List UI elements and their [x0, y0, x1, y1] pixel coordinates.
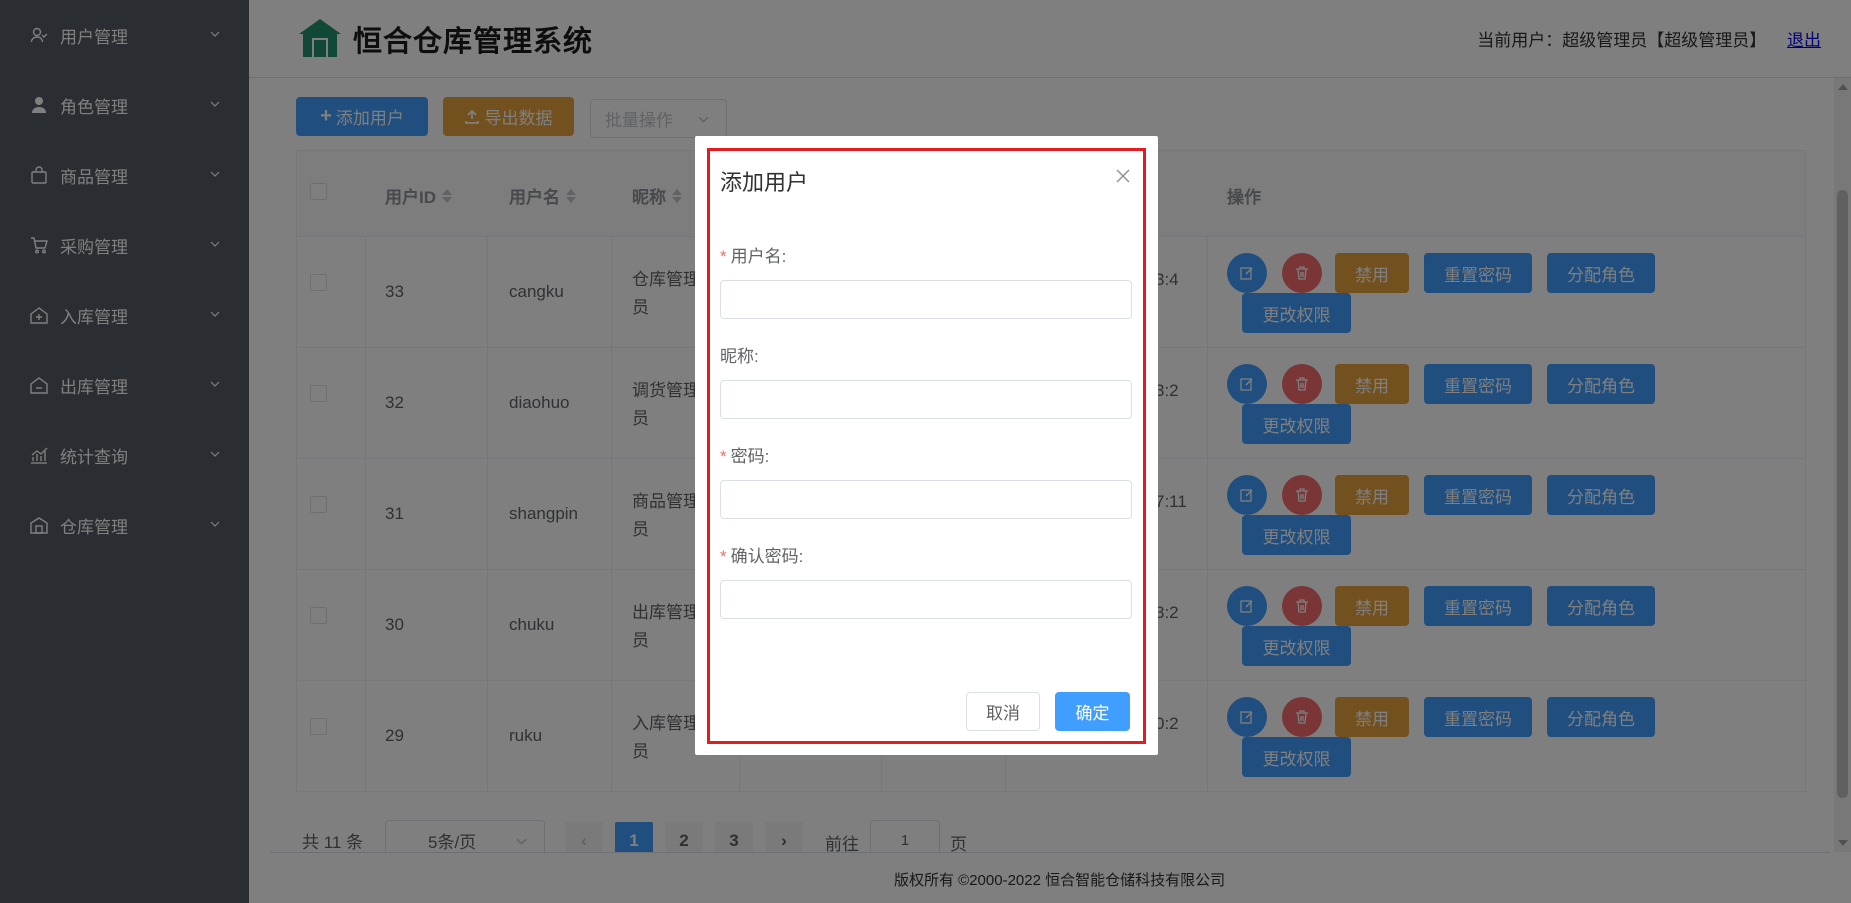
- cancel-button[interactable]: 取消: [966, 692, 1040, 731]
- username-label: * 用户名:: [720, 247, 787, 266]
- close-icon[interactable]: [1115, 168, 1131, 184]
- nickname-input[interactable]: [720, 380, 1132, 419]
- add-user-dialog: 添加用户 * 用户名: 昵称: * 密码: * 确认密码: 取消 确定: [695, 136, 1158, 755]
- dialog-highlight-frame: 添加用户 * 用户名: 昵称: * 密码: * 确认密码: 取消 确定: [707, 148, 1146, 744]
- confirm-button[interactable]: 确定: [1055, 692, 1130, 731]
- dialog-title: 添加用户: [720, 170, 809, 195]
- nickname-label: 昵称:: [720, 347, 759, 366]
- confirm-password-label: * 确认密码:: [720, 547, 804, 566]
- password-label: * 密码:: [720, 447, 770, 466]
- username-input[interactable]: [720, 280, 1132, 319]
- confirm-password-input[interactable]: [720, 580, 1132, 619]
- password-input[interactable]: [720, 480, 1132, 519]
